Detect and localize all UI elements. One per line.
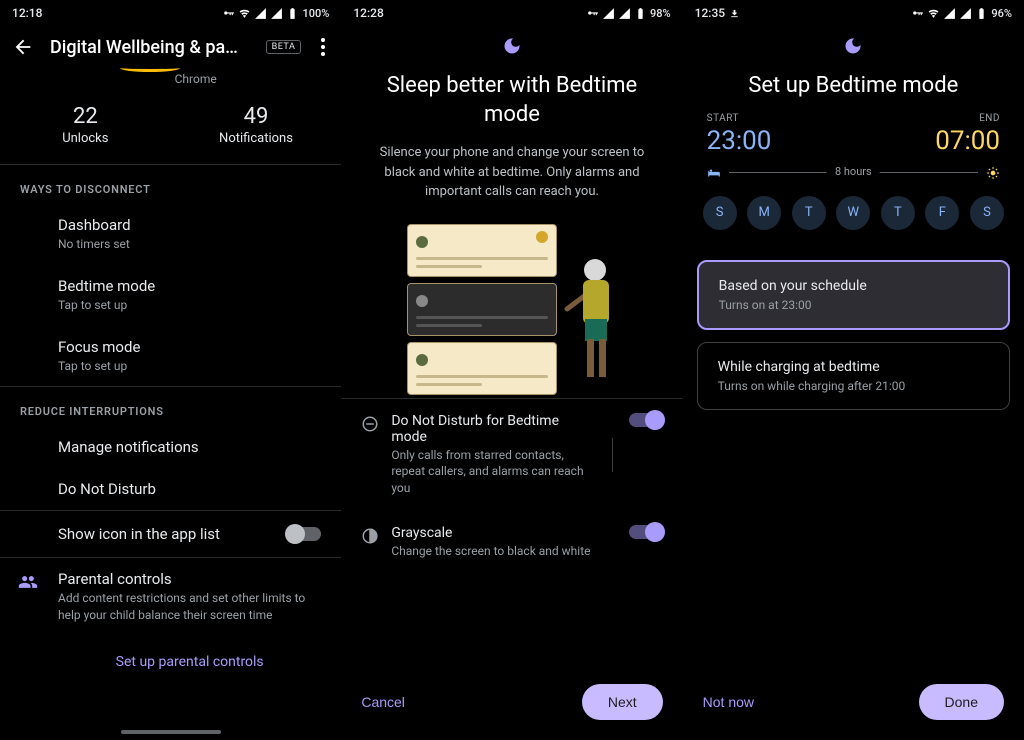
day-mon[interactable]: M <box>747 196 781 230</box>
day-tue[interactable]: T <box>792 196 826 230</box>
person-illustration <box>557 254 617 384</box>
stat-notifications[interactable]: 49 Notifications <box>171 104 342 146</box>
battery-icon <box>286 7 299 20</box>
cancel-button[interactable]: Cancel <box>361 694 405 710</box>
start-time[interactable]: START 23:00 <box>707 113 772 156</box>
signal-icon <box>270 7 283 20</box>
stat-unlocks[interactable]: 22 Unlocks <box>0 104 171 146</box>
screen-wellbeing: 12:18 100% Digital Wellbeing & pa… BETA … <box>0 0 341 740</box>
status-time: 12:28 <box>353 6 383 20</box>
status-bar: 12:35 96% <box>683 0 1024 26</box>
item-do-not-disturb[interactable]: Do Not Disturb <box>0 468 341 510</box>
signal-icon <box>254 7 267 20</box>
screen-bedtime-intro: 12:28 98% Sleep better with Bedtime mode… <box>341 0 682 740</box>
item-parental-controls[interactable]: Parental controls Add content restrictio… <box>0 558 341 636</box>
dnd-toggle[interactable] <box>629 413 663 427</box>
wifi-icon <box>927 7 940 20</box>
signal-icon <box>959 7 972 20</box>
sun-icon <box>986 166 1000 180</box>
status-time: 12:35 <box>695 6 725 20</box>
not-now-button[interactable]: Not now <box>703 694 754 710</box>
option-schedule[interactable]: Based on your schedule Turns on at 23:00 <box>697 260 1010 330</box>
day-fri[interactable]: F <box>925 196 959 230</box>
section-reduce: REDUCE INTERRUPTIONS <box>0 387 341 426</box>
day-sun[interactable]: S <box>703 196 737 230</box>
family-icon <box>18 572 38 592</box>
next-button[interactable]: Next <box>582 684 663 720</box>
page-title: Sleep better with Bedtime mode <box>341 72 682 129</box>
status-bar: 12:18 100% <box>0 0 341 26</box>
page-title: Set up Bedtime mode <box>683 72 1024 101</box>
day-wed[interactable]: W <box>836 196 870 230</box>
item-focus-mode[interactable]: Focus mode Tap to set up <box>0 326 341 387</box>
page-title: Digital Wellbeing & pa… <box>50 37 250 58</box>
end-time[interactable]: END 07:00 <box>935 113 1000 156</box>
item-show-icon[interactable]: Show icon in the app list <box>0 511 341 557</box>
battery-icon <box>634 7 647 20</box>
bedtime-illustration <box>397 224 627 384</box>
nav-handle[interactable] <box>121 730 221 734</box>
dnd-icon <box>361 415 379 433</box>
signal-icon <box>602 7 615 20</box>
status-time: 12:18 <box>12 6 42 20</box>
chrome-label: Chrome <box>175 72 217 86</box>
status-bar: 12:28 98% <box>341 0 682 26</box>
download-icon <box>729 8 740 19</box>
day-thu[interactable]: T <box>881 196 915 230</box>
section-ways: WAYS TO DISCONNECT <box>0 165 341 204</box>
done-button[interactable]: Done <box>919 684 1004 720</box>
back-arrow-icon[interactable] <box>12 36 34 58</box>
page-subtitle: Silence your phone and change your scree… <box>341 129 682 216</box>
setting-dnd-bedtime[interactable]: Do Not Disturb for Bedtime mode Only cal… <box>341 399 682 511</box>
duration-slider[interactable]: 8 hours <box>683 162 1024 190</box>
setting-grayscale[interactable]: Grayscale Change the screen to black and… <box>341 511 682 574</box>
bottom-bar: Cancel Next <box>341 670 682 740</box>
grayscale-toggle[interactable] <box>629 525 663 539</box>
bed-icon <box>707 166 721 180</box>
item-bedtime-mode[interactable]: Bedtime mode Tap to set up <box>0 265 341 326</box>
key-icon <box>586 7 599 20</box>
bottom-bar: Not now Done <box>683 670 1024 740</box>
moon-icon <box>502 36 522 56</box>
battery-percent: 96% <box>991 7 1012 20</box>
wifi-icon <box>238 7 251 20</box>
option-charging[interactable]: While charging at bedtime Turns on while… <box>697 342 1010 410</box>
beta-badge: BETA <box>266 40 302 54</box>
moon-icon <box>843 36 863 56</box>
item-manage-notifications[interactable]: Manage notifications <box>0 426 341 468</box>
stats-row: 22 Unlocks 49 Notifications <box>0 94 341 164</box>
battery-icon <box>975 7 988 20</box>
signal-icon <box>618 7 631 20</box>
show-icon-toggle[interactable] <box>287 527 321 541</box>
day-sat[interactable]: S <box>970 196 1004 230</box>
screen-bedtime-setup: 12:35 96% Set up Bedtime mode START 23:0… <box>683 0 1024 740</box>
grayscale-icon <box>361 527 379 545</box>
days-row: S M T W T F S <box>683 190 1024 254</box>
key-icon <box>222 7 235 20</box>
item-dashboard[interactable]: Dashboard No timers set <box>0 204 341 265</box>
setup-parental-link[interactable]: Set up parental controls <box>0 636 341 688</box>
signal-icon <box>943 7 956 20</box>
battery-percent: 98% <box>650 7 671 20</box>
key-icon <box>911 7 924 20</box>
chrome-indicator: Chrome <box>0 68 341 94</box>
battery-percent: 100% <box>302 7 329 20</box>
more-menu-icon[interactable] <box>317 34 329 60</box>
app-header: Digital Wellbeing & pa… BETA <box>0 26 341 68</box>
